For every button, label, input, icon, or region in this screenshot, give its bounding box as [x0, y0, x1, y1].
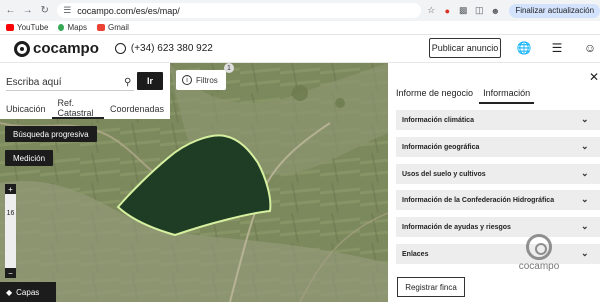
close-icon[interactable]: ✕: [589, 70, 599, 84]
watermark-text: cocampo: [518, 261, 560, 272]
zoom-out-button[interactable]: −: [5, 268, 16, 278]
bookmark-label: Maps: [67, 23, 87, 32]
back-icon[interactable]: ←: [4, 4, 17, 18]
accordion-label: Usos del suelo y cultivos: [402, 170, 486, 178]
layers-button[interactable]: ◆ Capas: [0, 282, 56, 302]
chevron-down-icon: ⌄: [581, 248, 589, 258]
accordion-land-use[interactable]: Usos del suelo y cultivos ⌄: [396, 164, 600, 184]
tab-business-report[interactable]: Informe de negocio: [396, 88, 473, 104]
menu-icon[interactable]: ☰: [550, 41, 564, 55]
accordion-label: Información de ayudas y riesgos: [402, 223, 511, 231]
tab-information[interactable]: Información: [479, 88, 535, 104]
accordion-links[interactable]: Enlaces ⌄: [396, 244, 600, 264]
bookmark-gmail[interactable]: Gmail: [97, 23, 129, 32]
zoom-level: 16: [6, 210, 15, 217]
forward-icon[interactable]: →: [21, 4, 34, 18]
search-panel: Escriba aquí ⚲ Ir Ubicación Ref. Catastr…: [0, 63, 170, 119]
accordion-aid-risks[interactable]: Información de ayudas y riesgos ⌄: [396, 217, 600, 237]
chevron-down-icon: ⌄: [581, 168, 589, 178]
bookmark-label: Gmail: [108, 23, 129, 32]
search-placeholder: Escriba aquí: [6, 77, 62, 88]
tab-coordenadas[interactable]: Coordenadas: [104, 99, 170, 119]
accordion-label: Información de la Confederación Hidrográ…: [402, 196, 555, 204]
bookmarks-bar: YouTube Maps Gmail: [0, 21, 600, 35]
url-text: cocampo.com/es/es/map/: [77, 5, 180, 16]
zoom-in-button[interactable]: +: [5, 184, 16, 194]
search-icon[interactable]: ⚲: [124, 77, 131, 88]
browser-toolbar: ← → ↻ ☰ cocampo.com/es/es/map/ ☆ ● ▩ ◫ ☻…: [0, 0, 600, 21]
chevron-down-icon: ⌄: [581, 221, 589, 231]
chevron-down-icon: ⌄: [581, 114, 589, 124]
site-header: cocampo (+34) 623 380 922 Publicar anunc…: [0, 35, 600, 63]
go-button[interactable]: Ir: [137, 72, 163, 90]
chevron-down-icon: ⌄: [581, 194, 589, 204]
watermark-logo: cocampo: [514, 234, 564, 284]
logo[interactable]: cocampo: [14, 40, 99, 57]
chevron-down-icon: ⌄: [581, 141, 589, 151]
update-button[interactable]: Finalizar actualización: [509, 3, 600, 18]
phone-number: (+34) 623 380 922: [130, 43, 213, 54]
measure-button[interactable]: Medición: [5, 150, 54, 166]
bookmark-youtube[interactable]: YouTube: [6, 23, 48, 32]
search-input[interactable]: Escriba aquí: [6, 75, 134, 91]
accordion-geographic[interactable]: Información geográfica ⌄: [396, 137, 600, 157]
filters-button[interactable]: i Filtros: [176, 70, 226, 90]
publish-ad-button[interactable]: Publicar anuncio: [429, 38, 501, 58]
star-icon[interactable]: ☆: [425, 5, 437, 17]
register-farm-button[interactable]: Registrar finca: [397, 277, 465, 297]
bookmark-label: YouTube: [17, 23, 49, 32]
progressive-search-button[interactable]: Búsqueda progresiva: [5, 126, 97, 142]
zoom-control: + 16 −: [5, 184, 16, 278]
filter-count-badge: 1: [224, 63, 234, 73]
layers-label: Capas: [16, 287, 40, 297]
phone-contact[interactable]: (+34) 623 380 922: [114, 43, 213, 54]
tab-ref-catastral[interactable]: Ref. Catastral: [51, 98, 104, 119]
globe-icon[interactable]: 🌐: [517, 41, 532, 55]
reload-icon[interactable]: ↻: [38, 4, 51, 18]
accordion-label: Información climática: [402, 116, 474, 124]
filters-label: Filtros: [196, 75, 218, 85]
accordion-hydrographic[interactable]: Información de la Confederación Hidrográ…: [396, 190, 600, 210]
user-icon[interactable]: ☺: [583, 41, 597, 55]
tab-ubicacion[interactable]: Ubicación: [0, 99, 52, 119]
logo-icon: [14, 40, 30, 57]
accordion-label: Información geográfica: [402, 143, 480, 151]
sidebar-icon[interactable]: ◫: [473, 5, 485, 17]
layers-icon: ◆: [6, 287, 13, 297]
gmail-icon: [97, 24, 105, 31]
extension-icon[interactable]: ●: [441, 5, 453, 17]
search-tabs: Ubicación Ref. Catastral Coordenadas: [0, 98, 170, 119]
accordion-label: Enlaces: [402, 250, 429, 258]
accordion-climate[interactable]: Información climática ⌄: [396, 110, 600, 130]
maps-icon: [58, 24, 65, 31]
bookmark-maps[interactable]: Maps: [58, 23, 87, 32]
address-bar[interactable]: ☰ cocampo.com/es/es/map/: [57, 3, 422, 18]
youtube-icon: [6, 24, 14, 31]
info-icon: i: [182, 75, 192, 85]
info-tabs: Informe de negocio Información: [396, 88, 535, 104]
profile-icon[interactable]: ☻: [489, 5, 501, 17]
watermark-icon: [526, 234, 552, 260]
whatsapp-icon: [114, 43, 126, 54]
puzzle-icon[interactable]: ▩: [457, 5, 469, 17]
site-settings-icon[interactable]: ☰: [63, 5, 71, 16]
logo-text: cocampo: [33, 40, 99, 57]
